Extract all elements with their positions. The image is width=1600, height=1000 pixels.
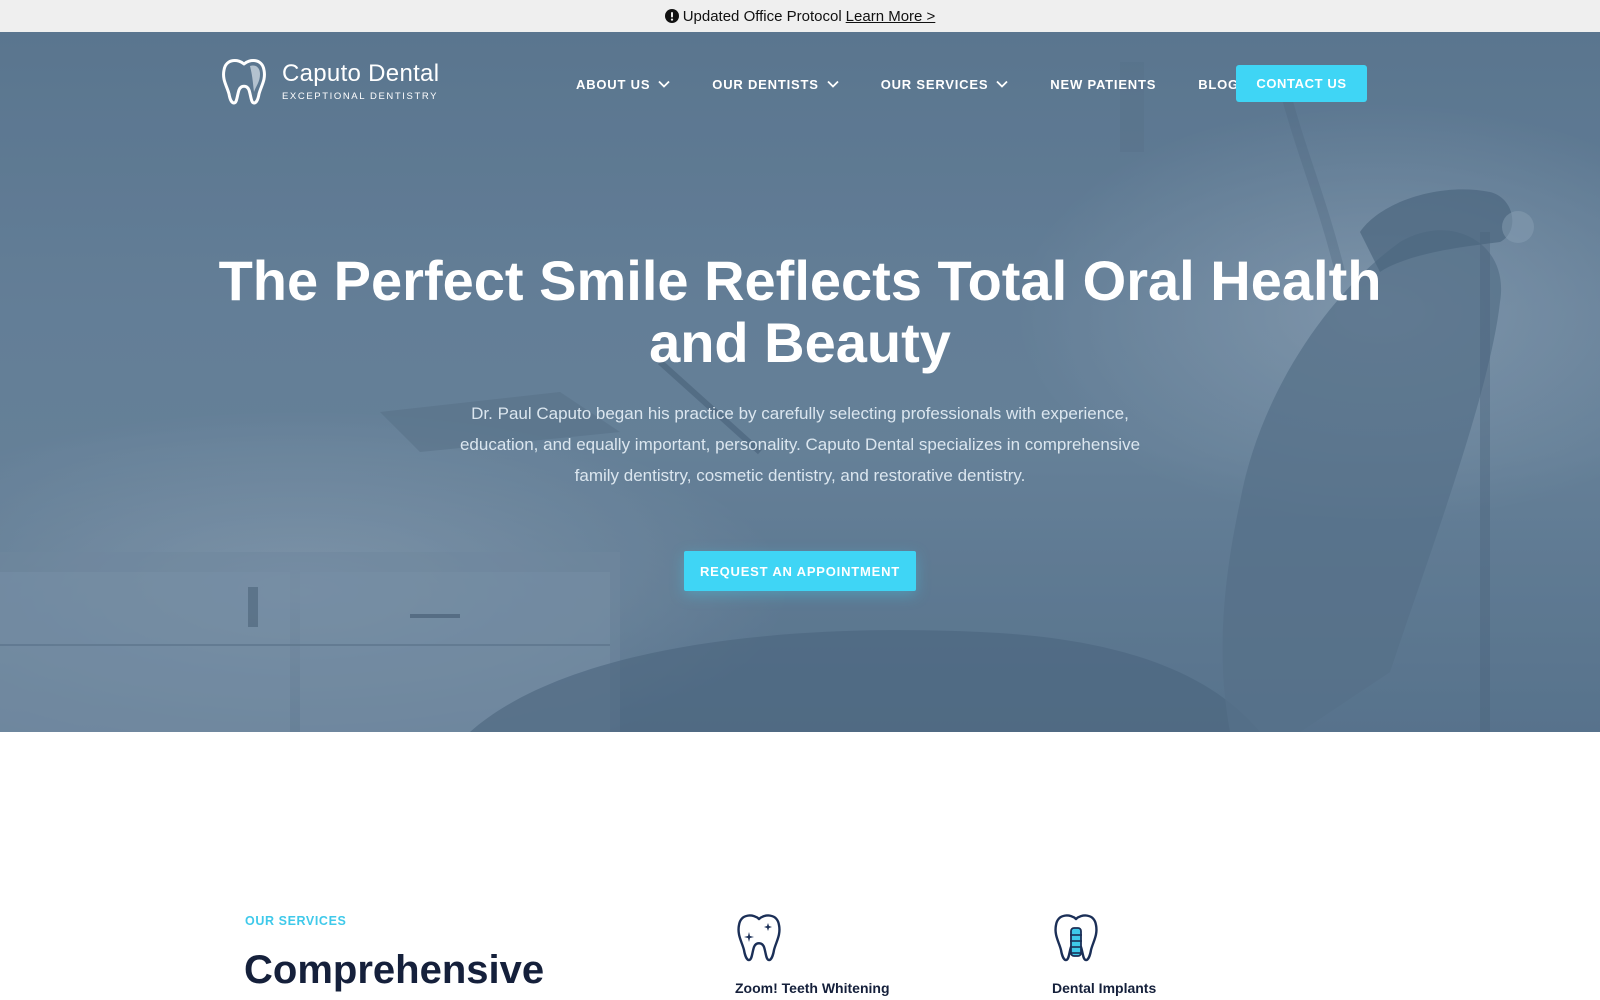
announcement-bar: Updated Office Protocol Learn More > bbox=[0, 0, 1600, 32]
services-heading: Comprehensive bbox=[244, 948, 545, 992]
chevron-down-icon bbox=[996, 80, 1008, 88]
announcement-text: Updated Office Protocol bbox=[682, 7, 842, 25]
tooth-implant-icon bbox=[1054, 914, 1098, 962]
nav-item-our-services[interactable]: OUR SERVICES bbox=[881, 64, 1009, 104]
service-item-teeth-whitening[interactable]: Zoom! Teeth Whitening bbox=[735, 912, 890, 996]
nav-item-label: BLOG bbox=[1198, 76, 1239, 92]
nav-item-label: OUR DENTISTS bbox=[712, 76, 819, 92]
hero-overlay bbox=[0, 32, 1600, 732]
service-label: Zoom! Teeth Whitening bbox=[735, 980, 890, 996]
nav-item-new-patients[interactable]: NEW PATIENTS bbox=[1050, 64, 1156, 104]
service-label: Dental Implants bbox=[1052, 980, 1157, 996]
hero-title: The Perfect Smile Reflects Total Oral He… bbox=[218, 249, 1382, 374]
nav-item-label: NEW PATIENTS bbox=[1050, 76, 1157, 92]
logo-name: Caputo Dental bbox=[282, 59, 440, 87]
nav-item-label: ABOUT US bbox=[576, 76, 651, 92]
hero-description: Dr. Paul Caputo began his practice by ca… bbox=[459, 404, 1141, 485]
chevron-down-icon bbox=[827, 80, 839, 88]
hero-section: Caputo Dental EXCEPTIONAL DENTISTRY ABOU… bbox=[0, 32, 1600, 732]
logo-tagline: EXCEPTIONAL DENTISTRY bbox=[282, 90, 439, 102]
contact-us-button[interactable]: CONTACT US bbox=[1236, 65, 1367, 102]
sparkling-tooth-icon bbox=[737, 914, 781, 962]
chevron-down-icon bbox=[658, 80, 670, 88]
nav-item-blog[interactable]: BLOG bbox=[1198, 64, 1239, 104]
service-item-dental-implants[interactable]: Dental Implants bbox=[1052, 912, 1156, 996]
nav-item-our-dentists[interactable]: OUR DENTISTS bbox=[712, 64, 839, 104]
alert-circle-icon bbox=[664, 9, 679, 23]
services-eyebrow: OUR SERVICES bbox=[245, 914, 347, 928]
nav-item-about-us[interactable]: ABOUT US bbox=[576, 64, 670, 104]
nav-item-label: OUR SERVICES bbox=[880, 76, 989, 92]
tooth-logo-icon bbox=[222, 59, 266, 105]
main-nav: ABOUT US OUR DENTISTS OUR SERVICES NEW P… bbox=[576, 64, 1281, 104]
request-appointment-button[interactable]: REQUEST AN APPOINTMENT bbox=[684, 551, 916, 591]
learn-more-link[interactable]: Learn More > bbox=[846, 8, 936, 25]
site-logo[interactable]: Caputo Dental EXCEPTIONAL DENTISTRY bbox=[220, 56, 439, 106]
